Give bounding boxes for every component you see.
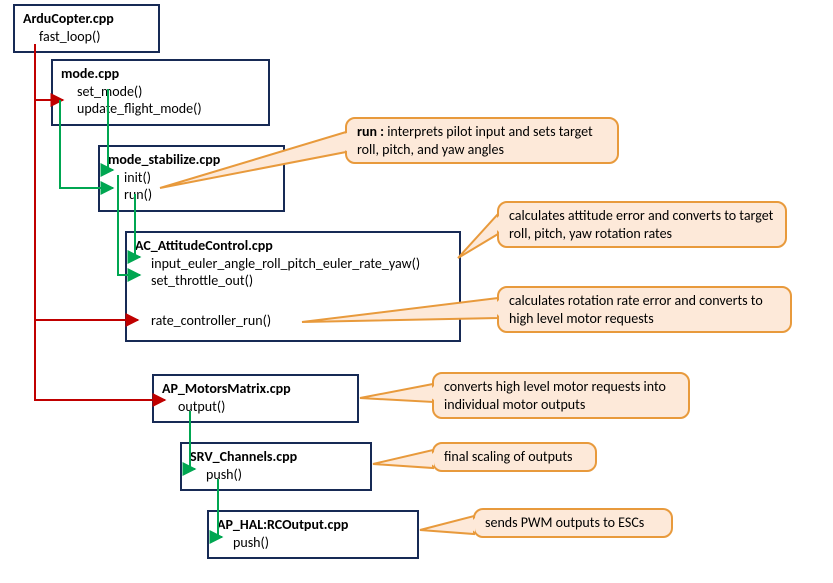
fn-update-flight-mode: update_flight_mode(): [61, 100, 260, 118]
fn-fast-loop: fast_loop(): [23, 28, 150, 46]
callout-attitude-err: calculates attitude error and converts t…: [497, 201, 787, 248]
callout-attitude-err-text: calculates attitude error and converts t…: [509, 207, 773, 242]
callout-rate-err-text: calculates rotation rate error and conve…: [509, 292, 763, 327]
box-arducopter: ArduCopter.cpp fast_loop(): [13, 4, 160, 53]
box-mode: mode.cpp set_mode() update_flight_mode(): [51, 59, 270, 126]
title-arducopter: ArduCopter.cpp: [23, 10, 150, 28]
box-mode-stabilize: mode_stabilize.cpp init() run(): [98, 145, 285, 212]
fn-hal-push: push(): [217, 534, 409, 552]
box-ap-hal: AP_HAL:RCOutput.cpp push(): [207, 510, 419, 559]
title-ac-attitude: AC_AttitudeControl.cpp: [135, 237, 451, 255]
callout-run: run : interprets pilot input and sets ta…: [345, 117, 619, 164]
box-ap-motors: AP_MotorsMatrix.cpp output(): [152, 374, 359, 423]
fn-input-euler: input_euler_angle_roll_pitch_euler_rate_…: [135, 255, 451, 273]
box-srv-channels: SRV_Channels.cpp push(): [180, 442, 372, 491]
callout-hal: sends PWM outputs to ESCs: [473, 508, 673, 538]
title-mode-stabilize: mode_stabilize.cpp: [108, 151, 275, 169]
callout-run-prefix: run :: [357, 123, 387, 140]
callout-srv: final scaling of outputs: [432, 442, 597, 472]
title-mode: mode.cpp: [61, 65, 260, 83]
callout-srv-text: final scaling of outputs: [444, 448, 573, 465]
fn-run: run(): [108, 186, 275, 204]
callout-motors: converts high level motor requests into …: [432, 372, 690, 419]
callout-rate-err: calculates rotation rate error and conve…: [497, 286, 792, 333]
fn-set-throttle-out: set_throttle_out(): [135, 272, 451, 290]
fn-init: init(): [108, 169, 275, 187]
callout-motors-text: converts high level motor requests into …: [444, 378, 666, 413]
fn-srv-push: push(): [190, 466, 362, 484]
fn-rate-controller-run: rate_controller_run(): [135, 312, 451, 330]
fn-set-mode: set_mode(): [61, 83, 260, 101]
box-ac-attitude: AC_AttitudeControl.cpp input_euler_angle…: [125, 231, 461, 342]
title-srv-channels: SRV_Channels.cpp: [190, 448, 362, 466]
fn-output: output(): [162, 398, 349, 416]
callout-hal-text: sends PWM outputs to ESCs: [485, 514, 644, 531]
callout-run-text: interprets pilot input and sets target r…: [357, 123, 593, 158]
title-ap-motors: AP_MotorsMatrix.cpp: [162, 380, 349, 398]
title-ap-hal: AP_HAL:RCOutput.cpp: [217, 516, 409, 534]
